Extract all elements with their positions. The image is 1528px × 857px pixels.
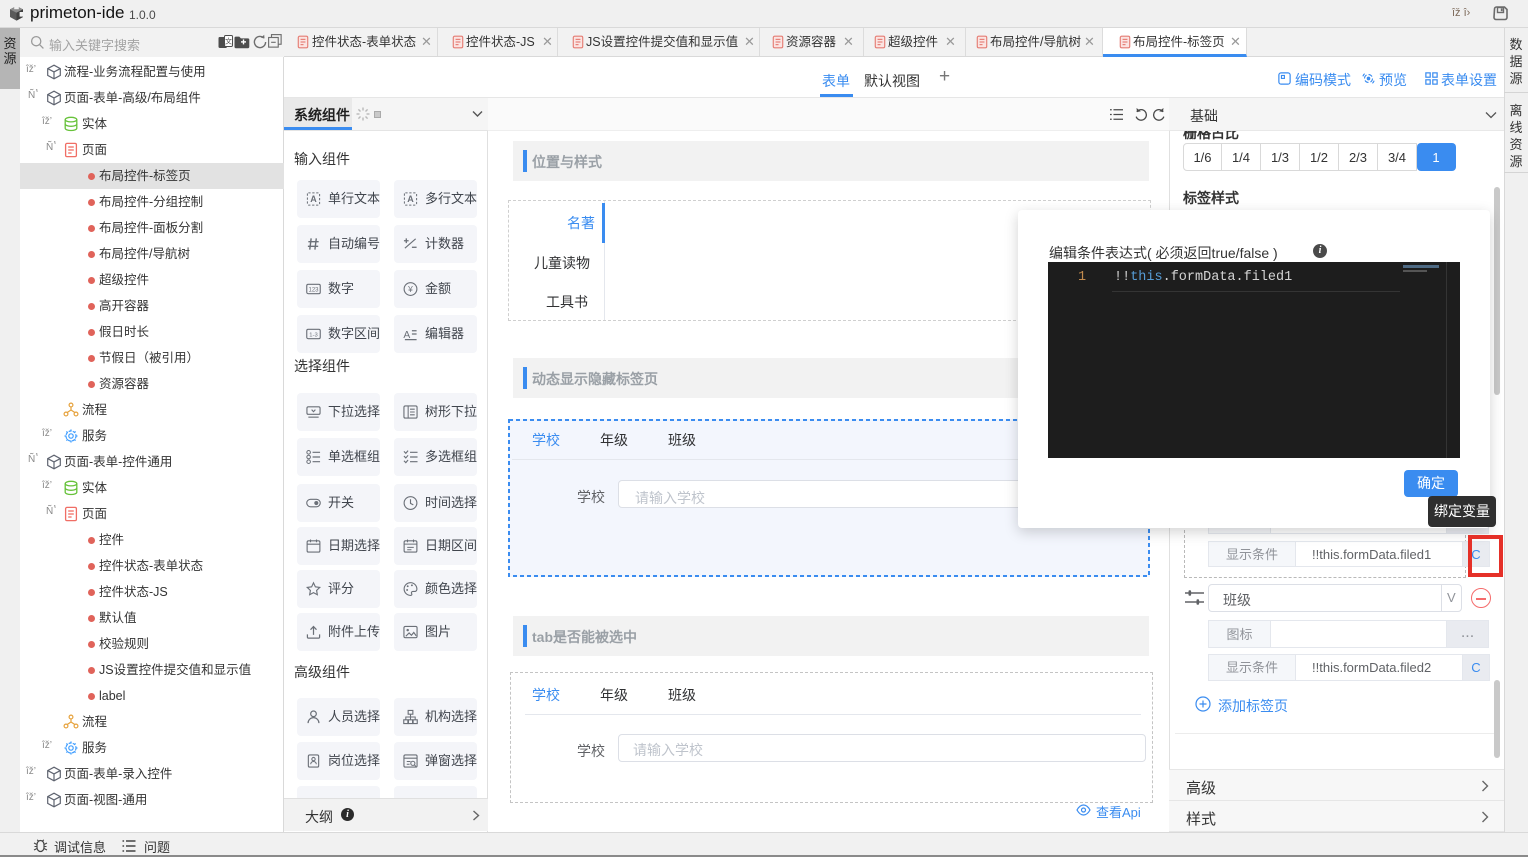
svg-text:A: A — [310, 194, 317, 204]
svg-text:A: A — [407, 194, 414, 204]
svg-text:¥: ¥ — [407, 284, 413, 294]
svg-text:文: 文 — [225, 37, 232, 46]
svg-text:1-3: 1-3 — [309, 332, 317, 338]
svg-text:123: 123 — [308, 288, 319, 294]
